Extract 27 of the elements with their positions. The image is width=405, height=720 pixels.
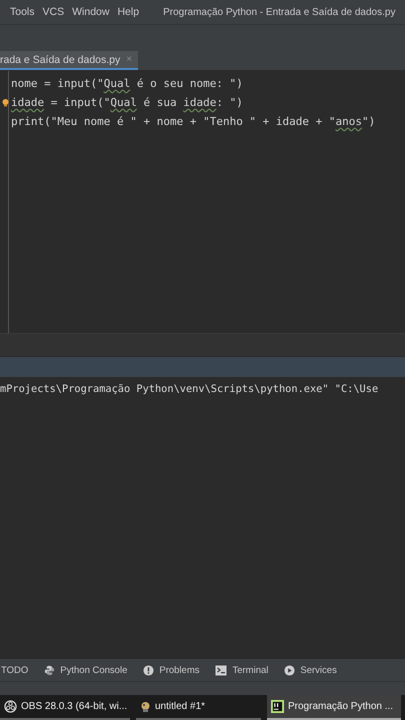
- tool-window-button[interactable]: TODO: [1, 664, 28, 676]
- exclamation-icon: [143, 664, 154, 676]
- tool-window-button[interactable]: Problems: [143, 664, 200, 676]
- taskbar-button[interactable]: Programação Python ...: [267, 695, 401, 720]
- window-title: Programação Python - Entrada e Saída de dados.py: [163, 6, 396, 18]
- console-output-line: mProjects\Programação Python\venv\Scripts\python.exe" "C:\Use: [0, 382, 380, 397]
- menu-item[interactable]: Window: [68, 6, 114, 18]
- lightbulb-icon[interactable]: [2, 98, 9, 106]
- code-line: nome = input("Qual é o seu nome: "): [10, 76, 244, 92]
- terminal-icon: [215, 664, 228, 676]
- file-tab[interactable]: rada e Saída de dados.py ×: [0, 51, 138, 70]
- tool-window-button[interactable]: Terminal: [215, 664, 268, 676]
- obs-logo-icon: [4, 700, 17, 713]
- play-icon: [284, 664, 296, 676]
- python-icon: [44, 664, 56, 676]
- tool-window-button[interactable]: Services: [284, 664, 337, 676]
- menu-item[interactable]: Tools: [6, 6, 39, 18]
- code-line: print("Meu nome é " + nome + "Tenho " + idade + "anos"): [10, 114, 376, 130]
- tab-label: rada e Saída de dados.py: [0, 54, 120, 66]
- taskbar-button[interactable]: OBS 28.0.3 (64-bit, wi...: [0, 695, 130, 720]
- paint-app-icon: [140, 700, 151, 712]
- taskbar-button[interactable]: untitled #1*: [136, 695, 261, 720]
- pycharm-logo-icon: [271, 700, 284, 713]
- code-line: idade = input("Qual é sua idade: "): [0, 93, 376, 112]
- menu-item[interactable]: VCS: [38, 6, 68, 18]
- menu-item[interactable]: Help: [113, 6, 144, 18]
- tool-window-button[interactable]: Python Console: [44, 664, 128, 676]
